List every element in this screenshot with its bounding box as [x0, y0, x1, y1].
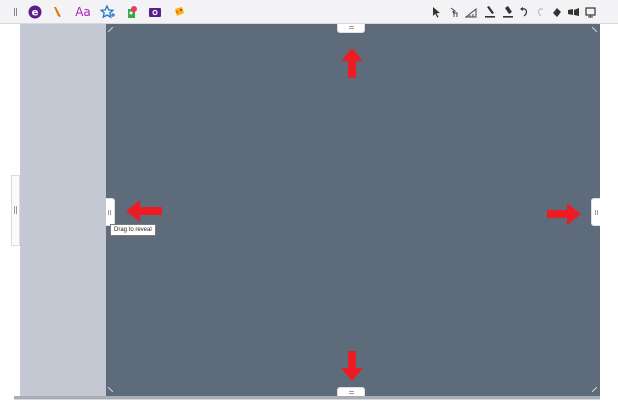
- divider: [14, 399, 600, 400]
- corner-mark-icon: [592, 387, 597, 392]
- ink-effect-icon[interactable]: [566, 3, 580, 21]
- pen-icon[interactable]: [483, 3, 496, 21]
- arrow-left-icon: [126, 200, 162, 222]
- touch-select-icon[interactable]: [447, 3, 460, 21]
- corner-mark-icon: [108, 27, 113, 32]
- present-icon[interactable]: [584, 3, 596, 21]
- paint-icon[interactable]: [171, 3, 187, 21]
- top-toolbar: e Aa: [0, 0, 618, 24]
- ruler-icon[interactable]: [464, 3, 477, 21]
- redo-icon[interactable]: [535, 3, 547, 21]
- arrow-down-icon: [341, 351, 363, 381]
- arrow-up-icon: [341, 48, 363, 78]
- drawing-canvas[interactable]: [106, 24, 600, 396]
- grip-icon: [595, 210, 598, 215]
- favorite-star-icon[interactable]: [99, 3, 117, 21]
- grip-icon: [108, 210, 111, 215]
- highlighter-icon[interactable]: [50, 3, 64, 21]
- svg-text:e: e: [32, 8, 39, 19]
- select-pointer-icon[interactable]: [430, 3, 442, 21]
- corner-mark-icon: [108, 387, 113, 392]
- right-edge-handle[interactable]: [591, 198, 600, 226]
- sticker-icon[interactable]: [124, 3, 140, 21]
- marker-icon[interactable]: [501, 3, 514, 21]
- grip-icon: [349, 26, 354, 29]
- left-edge-handle[interactable]: [106, 198, 115, 226]
- grip-icon: [14, 206, 18, 214]
- left-panel-handle[interactable]: [11, 175, 20, 246]
- grip-icon: [349, 391, 354, 394]
- undo-icon[interactable]: [518, 3, 530, 21]
- camera-icon[interactable]: [147, 3, 163, 21]
- top-edge-handle[interactable]: [337, 24, 365, 33]
- arrow-right-icon: [547, 203, 581, 225]
- toolbar-grip-icon[interactable]: [14, 8, 18, 16]
- page-thumbnails-panel: [20, 24, 106, 396]
- drag-tooltip: Drag to reveal: [110, 224, 156, 236]
- bottom-edge-handle[interactable]: [337, 387, 365, 396]
- edge-logo-icon[interactable]: e: [27, 3, 43, 21]
- font-icon-label: Aa: [75, 5, 91, 19]
- corner-mark-icon: [592, 27, 597, 32]
- eraser-icon[interactable]: [550, 3, 563, 21]
- font-icon[interactable]: Aa: [72, 3, 94, 21]
